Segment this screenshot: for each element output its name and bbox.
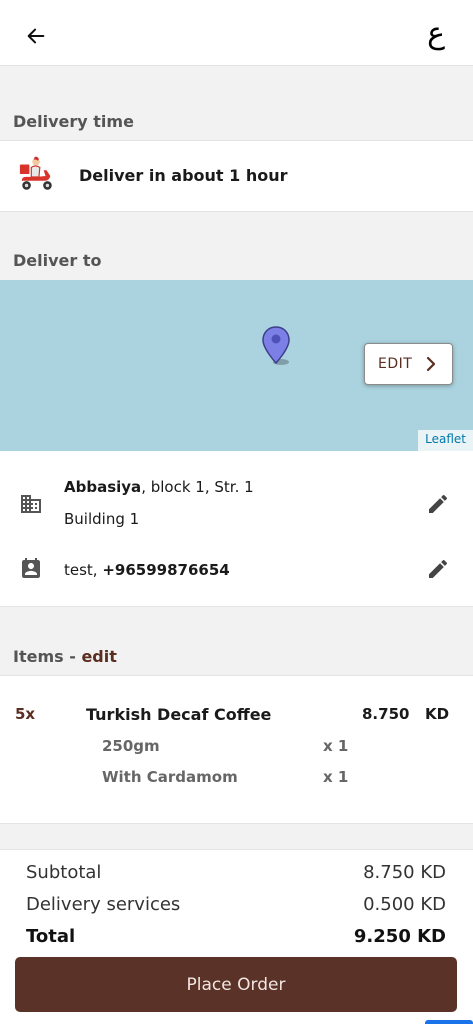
deliver-to-heading: Deliver to [13,251,102,270]
delivery-time-text: Deliver in about 1 hour [79,166,288,185]
item-price: 8.750 [362,705,410,723]
building-icon [21,495,41,513]
items-card: 5x Turkish Decaf Coffee 8.750 KD 250gm x… [0,675,473,824]
chevron-right-icon [426,356,436,372]
map-edit-label: EDIT [378,356,413,372]
delivery-time-heading: Delivery time [13,112,134,131]
address-card: Abbasiya, block 1, Str. 1 Building 1 tes… [0,451,473,607]
address-area: Abbasiya [64,478,142,496]
place-order-button[interactable]: Place Order [15,957,457,1012]
address-line-2: Building 1 [64,510,140,528]
contact-name: test, [64,561,103,579]
edit-contact-pencil-icon[interactable] [426,557,450,581]
subtotal-label: Subtotal [26,861,102,883]
back-button[interactable] [22,22,50,50]
delivery-fee-value: 0.500 KD [363,893,446,915]
item-currency: KD [425,705,450,723]
delivery-fee-label: Delivery services [26,893,181,915]
delivery-fee-row: Delivery services 0.500 KD [26,892,446,916]
address-details: , block 1, Str. 1 [141,478,254,496]
total-label: Total [26,925,76,947]
arrow-left-icon [27,28,45,44]
subtotal-row: Subtotal 8.750 KD [26,860,446,884]
map-edit-button[interactable]: EDIT [364,343,453,385]
items-heading: Items - edit [13,647,117,666]
leaflet-attribution-link[interactable]: Leaflet [418,430,473,451]
item-quantity: 5x [15,705,36,723]
corner-accent [425,1020,473,1024]
item-option-name: 250gm [102,737,160,755]
subtotal-value: 8.750 KD [363,861,446,883]
language-toggle-button[interactable]: ع [427,16,445,52]
contact-card-icon [22,558,40,578]
edit-address-pencil-icon[interactable] [426,492,450,516]
map-pin-icon[interactable] [261,326,291,366]
item-option-name: With Cardamom [102,768,238,786]
contact-line: test, +96599876654 [64,561,230,579]
total-row: Total 9.250 KD [26,924,446,948]
contact-phone: +96599876654 [102,561,230,579]
top-bar: ع [0,0,473,66]
items-heading-label: Items - [13,647,82,666]
delivery-time-card: Deliver in about 1 hour [0,140,473,212]
items-edit-link[interactable]: edit [81,647,116,666]
item-option-qty: x 1 [323,768,349,786]
delivery-scooter-icon [19,156,52,190]
item-name: Turkish Decaf Coffee [86,705,272,724]
item-option-qty: x 1 [323,737,349,755]
total-value: 9.250 KD [353,925,446,947]
address-line-1: Abbasiya, block 1, Str. 1 [64,478,254,496]
